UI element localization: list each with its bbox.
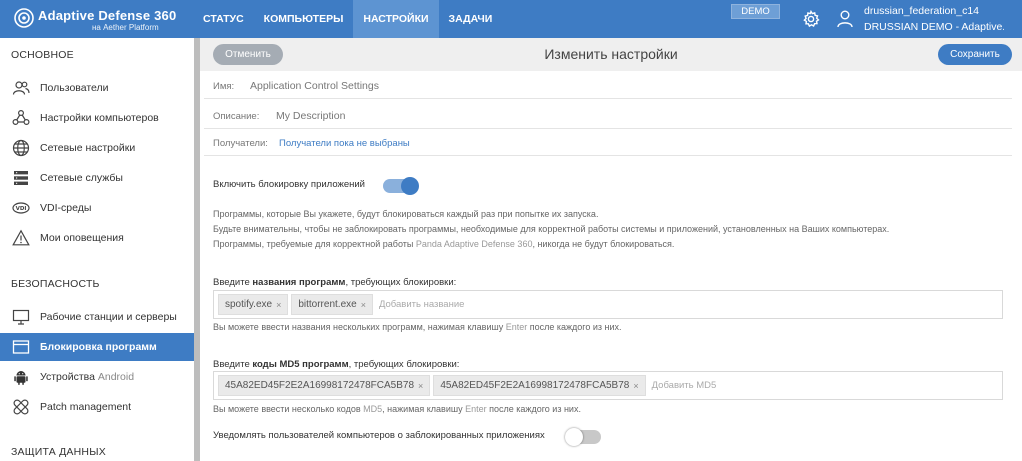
toggle-knob: [565, 428, 583, 446]
sidebar-section-main: ОСНОВНОЕ: [11, 49, 74, 61]
tag-chip: spotify.exe ×: [218, 294, 289, 315]
names-placeholder[interactable]: Добавить название: [379, 299, 464, 310]
sidebar-item-alerts[interactable]: Мои оповещения: [0, 224, 194, 252]
edit-toolbar: Изменить настройки Отменить Сохранить: [200, 38, 1022, 71]
main-panel: Изменить настройки Отменить Сохранить Им…: [200, 38, 1022, 461]
md5-input[interactable]: 45A82ED45F2E2A16998172478FCA5B78 × 45A82E…: [213, 371, 1003, 400]
md5-hint: Вы можете ввести несколько кодов MD5, на…: [213, 404, 581, 414]
patch-icon: [12, 398, 30, 416]
program-names-input[interactable]: spotify.exe × bittorrent.exe × Добавить на…: [213, 290, 1003, 319]
name-label: Имя:: [213, 81, 235, 92]
tag-chip: bittorrent.exe ×: [291, 294, 373, 315]
sidebar: ОСНОВНОЕ Пользователи Настройки компьюте…: [0, 38, 194, 461]
sidebar-section-data-protection: ЗАЩИТА ДАННЫХ: [11, 446, 106, 458]
info-line-1: Программы, которые Вы укажете, будут бло…: [213, 209, 599, 219]
block-toggle-label: Включить блокировку приложений: [213, 179, 365, 190]
sidebar-item-vdi[interactable]: VDI VDI-среды: [0, 194, 194, 222]
warning-icon: [12, 229, 30, 247]
panda-logo-icon: [14, 8, 34, 28]
nav-settings[interactable]: НАСТРОЙКИ: [353, 0, 439, 38]
sidebar-item-program-blocking[interactable]: Блокировка программ: [0, 333, 194, 361]
nav-tasks[interactable]: ЗАДАЧИ: [439, 0, 503, 38]
top-bar: Adaptive Defense 360 на Aether Platform …: [0, 0, 1022, 38]
remove-tag-icon[interactable]: ×: [276, 300, 281, 310]
user-company[interactable]: DRUSSIAN DEMO - Adaptive...: [864, 21, 1004, 33]
sidebar-item-patch-management[interactable]: Patch management: [0, 393, 194, 421]
remove-tag-icon[interactable]: ×: [361, 300, 366, 310]
sidebar-item-android[interactable]: Устройства Android: [0, 363, 194, 391]
sidebar-item-users[interactable]: Пользователи: [0, 74, 194, 102]
monitor-icon: [12, 308, 30, 326]
sidebar-item-computer-settings[interactable]: Настройки компьютеров: [0, 104, 194, 132]
recipients-link[interactable]: Получатели пока не выбраны: [279, 138, 410, 149]
globe-icon: [12, 139, 30, 157]
nodes-icon: [12, 109, 30, 127]
notify-toggle-label: Уведомлять пользователей компьютеров о з…: [213, 430, 545, 441]
android-icon: [12, 368, 30, 386]
nav-status[interactable]: СТАТУС: [193, 0, 254, 38]
remove-tag-icon[interactable]: ×: [418, 381, 423, 391]
recipients-row: Получатели: Получатели пока не выбраны: [204, 128, 1012, 156]
md5-placeholder[interactable]: Добавить MD5: [652, 380, 717, 391]
save-button[interactable]: Сохранить: [938, 44, 1012, 65]
vdi-icon: VDI: [12, 199, 30, 217]
names-title: Введите названия программ, требующих бло…: [213, 277, 457, 288]
app-subtitle: на Aether Platform: [92, 23, 159, 32]
info-line-3: Программы, требуемые для корректной рабо…: [213, 239, 675, 249]
description-field[interactable]: My Description: [276, 110, 345, 122]
recipients-label: Получатели:: [213, 138, 268, 149]
remove-tag-icon[interactable]: ×: [633, 381, 638, 391]
sidebar-section-security: БЕЗОПАСНОСТЬ: [11, 278, 100, 290]
md5-title: Введите коды MD5 программ, требующих бло…: [213, 359, 460, 370]
page-title: Изменить настройки: [544, 46, 678, 62]
tag-chip: 45A82ED45F2E2A16998172478FCA5B78 ×: [433, 375, 646, 396]
description-label: Описание:: [213, 111, 260, 122]
description-row: Описание: My Description: [204, 101, 1012, 129]
gear-icon[interactable]: [802, 10, 820, 28]
user-name[interactable]: drussian_federation_c14: [864, 5, 979, 17]
user-icon[interactable]: [837, 10, 853, 28]
name-field[interactable]: Application Control Settings: [250, 80, 379, 92]
users-icon: [12, 79, 30, 97]
app-logo[interactable]: Adaptive Defense 360 на Aether Platform: [14, 5, 194, 33]
sidebar-item-network-services[interactable]: Сетевые службы: [0, 164, 194, 192]
svg-text:VDI: VDI: [16, 206, 27, 212]
info-line-2: Будьте внимательны, чтобы не заблокирова…: [213, 224, 890, 234]
app-title: Adaptive Defense 360: [38, 8, 177, 23]
notify-users-toggle[interactable]: [565, 428, 601, 446]
cancel-button[interactable]: Отменить: [213, 44, 283, 65]
demo-badge: DEMO: [731, 4, 780, 19]
main-nav: СТАТУС КОМПЬЮТЕРЫ НАСТРОЙКИ ЗАДАЧИ: [193, 0, 502, 38]
sidebar-item-workstations[interactable]: Рабочие станции и серверы: [0, 303, 194, 331]
names-hint: Вы можете ввести названия нескольких про…: [213, 322, 622, 332]
server-icon: [12, 169, 30, 187]
settings-form: Имя: Application Control Settings Описан…: [204, 71, 1022, 461]
sidebar-item-network-settings[interactable]: Сетевые настройки: [0, 134, 194, 162]
toggle-knob: [401, 177, 419, 195]
block-apps-toggle[interactable]: [383, 177, 419, 195]
name-row: Имя: Application Control Settings: [204, 71, 1012, 99]
tag-chip: 45A82ED45F2E2A16998172478FCA5B78 ×: [218, 375, 431, 396]
window-icon: [12, 338, 30, 356]
nav-computers[interactable]: КОМПЬЮТЕРЫ: [254, 0, 354, 38]
